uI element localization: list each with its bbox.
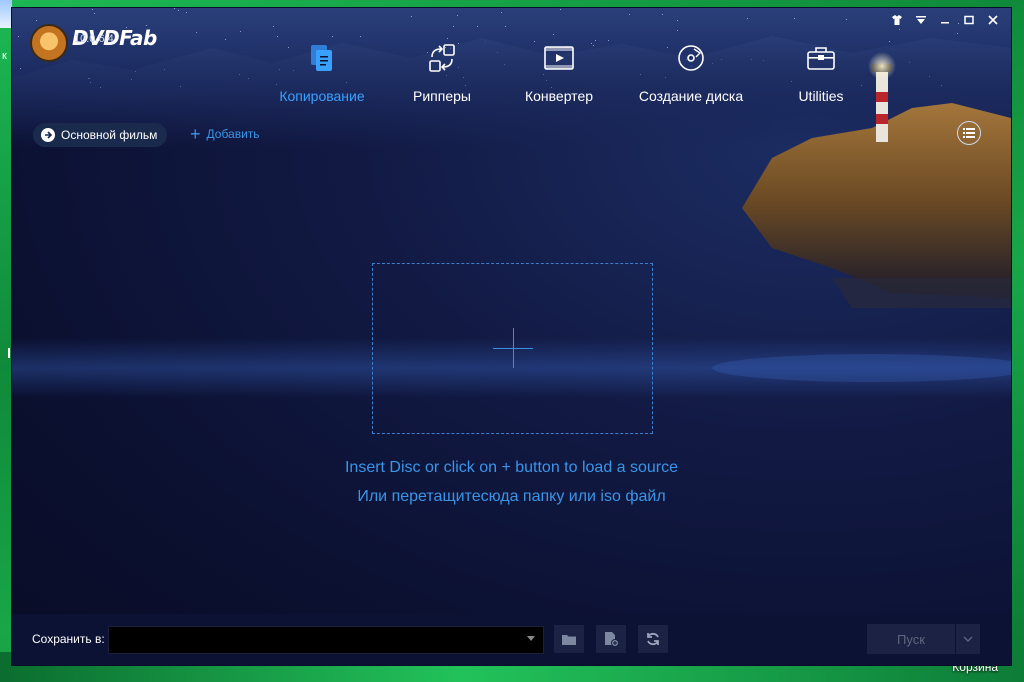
browse-folder-button[interactable] (554, 625, 584, 653)
source-drop-zone[interactable] (372, 263, 653, 434)
add-source-button[interactable]: + Добавить (190, 124, 260, 144)
menu-dropdown-icon[interactable] (913, 14, 929, 30)
close-icon[interactable] (985, 14, 1001, 30)
desktop-partial-label: к (2, 50, 7, 62)
chevron-down-icon[interactable] (527, 636, 535, 641)
drop-hint-line1: Insert Disc or click on + button to load… (344, 459, 679, 476)
dvdfab-window: DVDFab 10.0.6.4 Копирование Рипперы Конв… (12, 8, 1011, 665)
desktop-partial-icon[interactable] (0, 0, 12, 28)
tab-utilities-label: Utilities (798, 88, 844, 104)
plus-icon: + (190, 124, 201, 144)
minimize-icon[interactable] (937, 14, 953, 30)
desktop-partial-mark (8, 348, 10, 358)
skin-icon[interactable] (889, 14, 905, 30)
maximize-icon[interactable] (961, 14, 977, 30)
tab-ripper[interactable]: Рипперы (387, 42, 497, 104)
drop-hint-line2: Или перетащитесюда папку или iso файл (357, 488, 666, 505)
start-options-dropdown[interactable] (956, 624, 980, 654)
app-version: 10.0.6.4 (74, 33, 114, 45)
tab-converter[interactable]: Конвертер (497, 42, 621, 104)
tab-utilities[interactable]: Utilities (761, 42, 881, 104)
ripper-icon (426, 42, 458, 74)
tab-disc-creator[interactable]: Создание диска (621, 42, 761, 104)
save-path-field[interactable] (108, 626, 544, 654)
copy-icon (306, 42, 338, 74)
disc-creator-icon (675, 42, 707, 74)
copy-mode-selector[interactable]: Основной фильм (33, 123, 168, 147)
save-as-iso-button[interactable] (596, 625, 626, 653)
iso-file-icon (605, 632, 619, 647)
tab-copy[interactable]: Копирование (257, 42, 387, 104)
arrow-right-icon (41, 128, 55, 142)
start-button-label: Пуск (897, 631, 925, 647)
folder-icon (562, 634, 576, 645)
monkey-logo-icon (30, 24, 68, 62)
window-controls (889, 14, 1001, 30)
chevron-down-icon (963, 636, 973, 642)
save-to-label: Сохранить в: (32, 632, 105, 646)
tab-disc-creator-label: Создание диска (638, 88, 744, 104)
refresh-icon (647, 632, 659, 646)
toolbox-icon (805, 42, 837, 74)
tab-copy-label: Копирование (279, 88, 365, 104)
converter-icon (543, 42, 575, 74)
start-button[interactable]: Пуск (867, 624, 955, 654)
tab-ripper-label: Рипперы (413, 88, 471, 104)
add-plus-icon-vertical (513, 328, 514, 368)
main-nav: Копирование Рипперы Конвертер Создание д… (257, 42, 881, 104)
add-source-label: Добавить (206, 127, 260, 141)
tab-converter-label: Конвертер (524, 88, 594, 104)
copy-mode-label: Основной фильм (61, 128, 158, 142)
task-list-icon[interactable] (957, 121, 981, 145)
refresh-button[interactable] (638, 625, 668, 653)
